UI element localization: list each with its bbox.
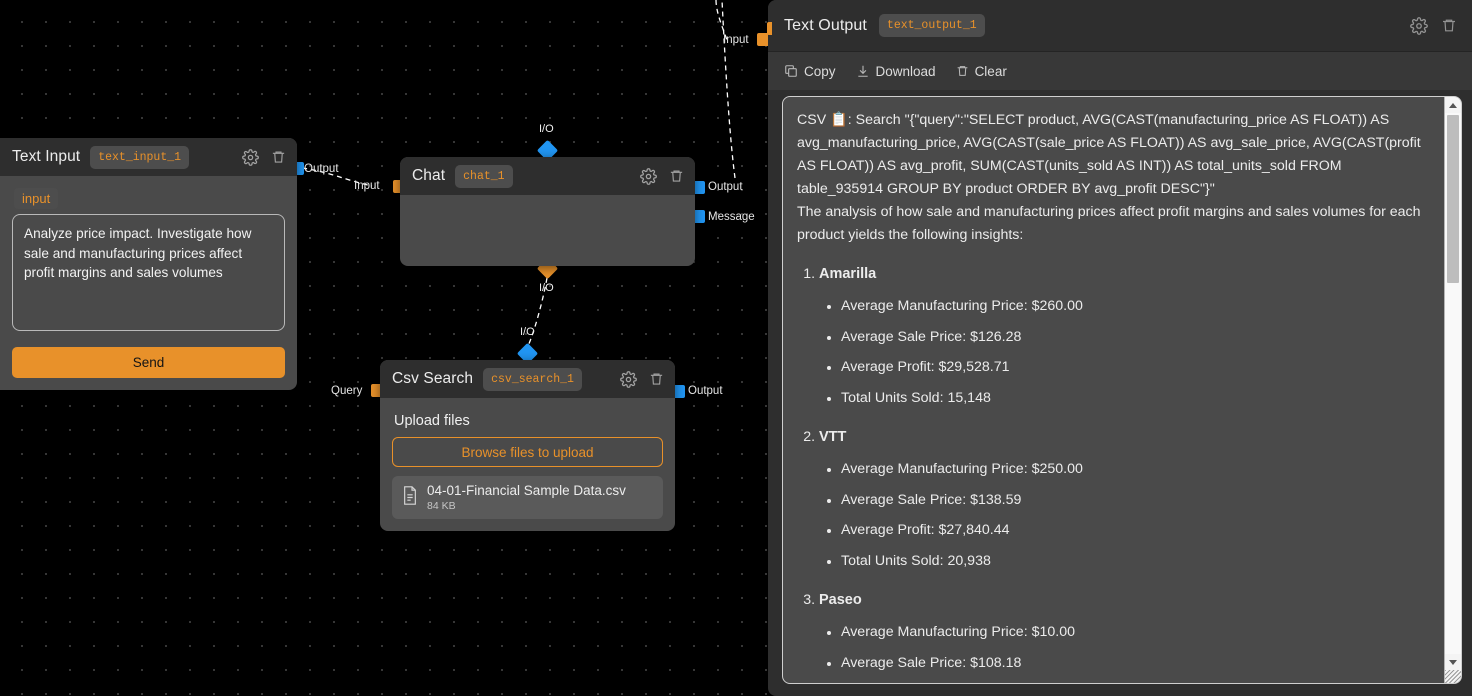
file-document-icon — [402, 485, 418, 510]
chevron-down-icon — [1449, 659, 1457, 665]
port-label-offscreen-input: Input — [723, 34, 749, 46]
csv-prefix-label: CSV — [797, 112, 827, 128]
scrollbar-thumb[interactable] — [1447, 115, 1459, 283]
panel-header: Text Output text_output_1 — [768, 0, 1472, 52]
product-list-item: VTTAverage Manufacturing Price: $250.00A… — [819, 426, 1430, 573]
port-label-text-input-output: Output — [304, 163, 339, 175]
product-name: VTT — [819, 428, 847, 445]
node-chat-body — [400, 195, 695, 266]
output-textbox[interactable]: CSV 📋: Search "{"query":"SELECT product,… — [782, 96, 1462, 684]
product-list: Amarilla Average Manufacturing Price: $26… — [819, 263, 1430, 683]
app-root: Output Input Output Message Input Query … — [0, 0, 1472, 696]
edge-label-chat-bottom: I/O — [539, 282, 554, 294]
product-metrics: Average Manufacturing Price: $10.00 Avera… — [841, 621, 1430, 683]
gear-icon[interactable] — [639, 167, 657, 185]
trash-icon[interactable] — [647, 370, 665, 388]
node-text-input-body: input Send — [0, 176, 297, 390]
product-metric: Average Manufacturing Price: $260.00 — [841, 295, 1430, 318]
clear-button[interactable]: Clear — [956, 64, 1007, 79]
scroll-up-button[interactable] — [1445, 97, 1461, 113]
node-text-input-title: Text Input — [12, 148, 81, 165]
send-button[interactable]: Send — [12, 347, 285, 378]
copy-button[interactable]: Copy — [784, 64, 836, 79]
product-metrics: Average Manufacturing Price: $250.00 Aver… — [841, 458, 1430, 573]
chevron-up-icon — [1449, 102, 1457, 108]
node-csv-search[interactable]: Csv Search csv_search_1 Upload files Bro… — [380, 360, 675, 531]
file-meta: 04-01-Financial Sample Data.csv 84 KB — [427, 483, 626, 512]
panel-node-id: text_output_1 — [878, 14, 985, 37]
node-chat-title: Chat — [412, 167, 446, 184]
node-csv-search-body: Upload files Browse files to upload 04-0… — [380, 398, 675, 531]
query-text: : Search "{"query":"SELECT product, AVG(… — [797, 112, 1421, 197]
port-label-csv-output: Output — [688, 385, 723, 397]
product-metric: Average Profit: $27,840.44 — [841, 519, 1430, 542]
product-metric: Average Profit: $29,528.71 — [841, 356, 1430, 379]
query-paragraph: CSV 📋: Search "{"query":"SELECT product,… — [797, 109, 1430, 201]
product-metric: Average Profit: $23,749.69 — [841, 682, 1430, 683]
output-toolbar: Copy Download Clear — [768, 52, 1472, 90]
product-list-item: Amarilla Average Manufacturing Price: $26… — [819, 263, 1430, 410]
upload-files-label: Upload files — [394, 413, 470, 429]
node-csv-search-title: Csv Search — [392, 370, 474, 387]
download-button[interactable]: Download — [856, 64, 936, 79]
edge-label-csv-top: I/O — [520, 326, 535, 338]
uploaded-file-item[interactable]: 04-01-Financial Sample Data.csv 84 KB — [392, 476, 663, 519]
file-name: 04-01-Financial Sample Data.csv — [427, 483, 626, 498]
trash-icon[interactable] — [1440, 17, 1458, 35]
product-metric: Average Manufacturing Price: $10.00 — [841, 621, 1430, 644]
output-scrollbar[interactable] — [1444, 97, 1461, 683]
port-label-chat-message: Message — [708, 211, 755, 223]
prompt-textarea[interactable] — [12, 214, 285, 331]
scroll-down-button[interactable] — [1445, 654, 1461, 670]
node-text-input[interactable]: Text Input text_input_1 input Send — [0, 138, 297, 390]
input-field-label: input — [14, 188, 59, 209]
product-name: Amarilla — [819, 266, 877, 282]
trash-icon[interactable] — [269, 148, 287, 166]
product-list-item: Paseo Average Manufacturing Price: $10.00… — [819, 589, 1430, 683]
port-offscreen-input[interactable] — [757, 33, 768, 46]
node-chat[interactable]: Chat chat_1 — [400, 157, 695, 266]
clipboard-icon: 📋 — [830, 112, 848, 128]
gear-icon[interactable] — [241, 148, 259, 166]
port-label-csv-query: Query — [331, 385, 363, 397]
download-icon — [856, 64, 870, 78]
file-size: 84 KB — [427, 500, 456, 512]
intro-paragraph: The analysis of how sale and manufacturi… — [797, 204, 1421, 243]
download-label: Download — [875, 63, 936, 79]
copy-icon — [784, 64, 798, 78]
copy-label: Copy — [804, 63, 836, 79]
port-text-output-input[interactable] — [767, 22, 772, 35]
product-metric: Average Sale Price: $138.59 — [841, 489, 1430, 512]
node-csv-search-id: csv_search_1 — [483, 367, 582, 391]
node-text-input-header: Text Input text_input_1 — [0, 138, 297, 176]
browse-files-button[interactable]: Browse files to upload — [392, 437, 663, 467]
product-metric: Total Units Sold: 15,148 — [841, 387, 1430, 410]
edge-label-chat-top: I/O — [539, 123, 554, 135]
node-chat-header: Chat chat_1 — [400, 157, 695, 195]
product-metric: Average Sale Price: $108.18 — [841, 652, 1430, 675]
product-metric: Average Manufacturing Price: $250.00 — [841, 458, 1430, 481]
port-label-chat-input: Input — [354, 180, 380, 192]
panel-title: Text Output — [784, 16, 867, 34]
port-label-chat-output: Output — [708, 181, 743, 193]
scrollbar-track[interactable] — [1445, 113, 1461, 654]
product-metric: Average Sale Price: $126.28 — [841, 326, 1430, 349]
clear-label: Clear — [974, 63, 1007, 79]
product-name: Paseo — [819, 591, 862, 608]
gear-icon[interactable] — [619, 370, 637, 388]
text-output-panel: Text Output text_output_1 Copy Download … — [767, 0, 1472, 696]
node-text-input-id: text_input_1 — [90, 145, 190, 169]
output-content: CSV 📋: Search "{"query":"SELECT product,… — [783, 97, 1444, 683]
product-metrics: Average Manufacturing Price: $260.00 Aver… — [841, 295, 1430, 410]
trash-icon — [956, 64, 969, 78]
flow-canvas[interactable]: Output Input Output Message Input Query … — [0, 0, 768, 696]
resize-grip[interactable] — [1445, 670, 1461, 683]
node-csv-search-header: Csv Search csv_search_1 — [380, 360, 675, 398]
product-metric: Total Units Sold: 20,938 — [841, 550, 1430, 573]
node-chat-id: chat_1 — [455, 164, 513, 188]
trash-icon[interactable] — [667, 167, 685, 185]
gear-icon[interactable] — [1410, 16, 1428, 35]
